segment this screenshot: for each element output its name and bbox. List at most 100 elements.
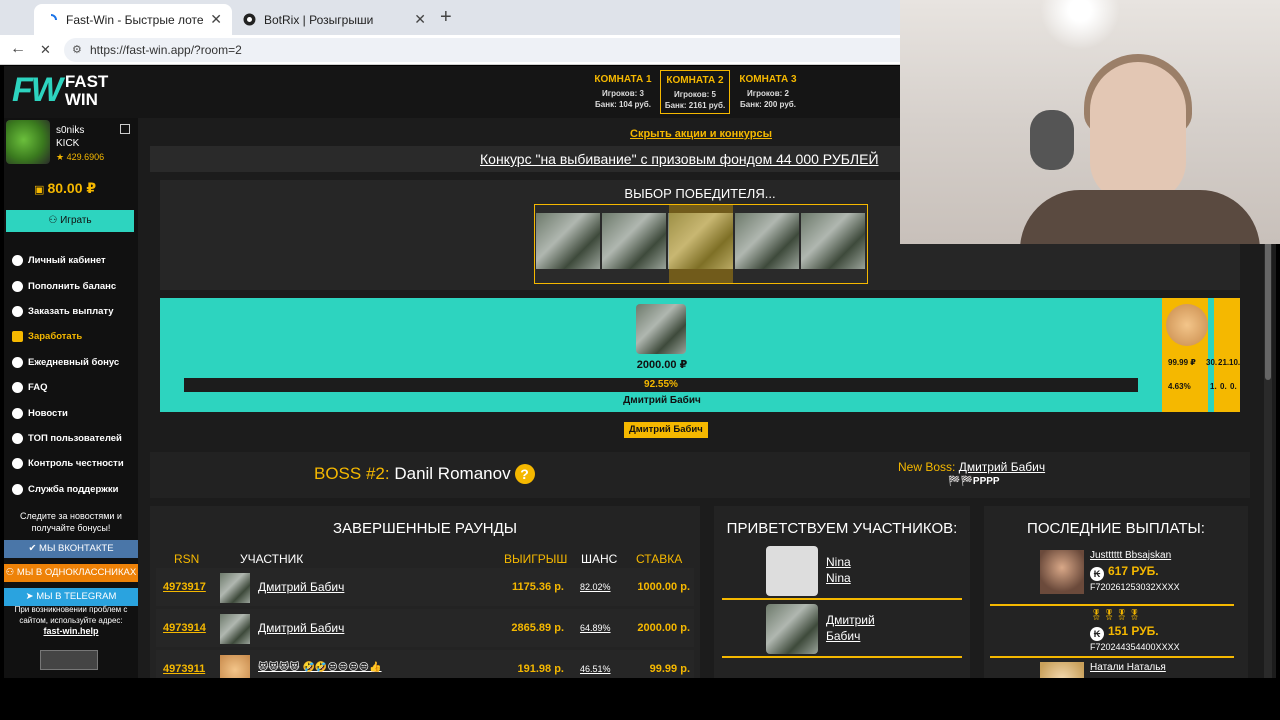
win-value: 2865.89 р. <box>511 622 564 634</box>
room-1[interactable]: КОМНАТА 1 Игроков: 3 Банк: 104 руб. <box>588 70 658 114</box>
room-2[interactable]: КОМНАТА 2 Игроков: 5 Банк: 2161 руб. <box>660 70 730 114</box>
close-icon[interactable]: ✕ <box>210 11 222 28</box>
wallet-icon: ▣ <box>34 184 48 196</box>
person-body <box>1020 190 1260 244</box>
list-item: Натали Наталья <box>990 660 1234 678</box>
reel-avatar <box>536 213 601 269</box>
side-percent: 0. <box>1220 382 1227 391</box>
payouts-card: ПОСЛЕДНИЕ ВЫПЛАТЫ: Justttttt Bbsajskan ₭… <box>984 506 1248 678</box>
payout-user-link[interactable]: Justttttt Bbsajskan <box>1090 550 1171 561</box>
qr-badge[interactable] <box>40 650 98 670</box>
payout-amount: ₭ 151 РУБ. <box>1090 624 1159 641</box>
play-button[interactable]: ⚇ Играть <box>6 210 134 232</box>
menu-item-withdraw[interactable]: Заказать выплату <box>12 299 136 324</box>
round-link[interactable]: 4973914 <box>163 622 206 634</box>
round-link[interactable]: 4973911 <box>163 663 205 675</box>
reel-avatar <box>602 213 667 269</box>
menu-item-earn[interactable]: Заработать <box>12 324 136 349</box>
player-link[interactable]: Дмитрий Бабич <box>258 621 344 635</box>
player-avatar <box>220 573 250 603</box>
menu-item-faq[interactable]: FAQ <box>12 375 136 400</box>
menu-item-fairness[interactable]: Контроль честности <box>12 451 136 476</box>
contest-link[interactable]: Конкурс "на выбивание" с призовым фондом… <box>480 151 879 167</box>
win-value: 1175.36 р. <box>512 581 564 593</box>
chance-value: 46.51% <box>580 664 611 674</box>
tab-title: BotRix | Розыгрыши <box>264 12 374 27</box>
gift-icon <box>12 356 23 368</box>
mirror-link[interactable]: fast-win.help <box>43 626 98 636</box>
card-title: ЗАВЕРШЕННЫЕ РАУНДЫ <box>332 520 518 537</box>
room-3[interactable]: КОМНАТА 3 Игроков: 2 Банк: 200 руб. <box>733 70 803 114</box>
url-input[interactable]: ⚙ https://fast-win.app/?room=2 <box>64 38 964 62</box>
side-amount: 30. <box>1206 358 1218 367</box>
vk-button[interactable]: ✔ МЫ ВКОНТАКТЕ <box>4 540 138 558</box>
question-icon <box>12 382 23 394</box>
tab-title: Fast-Win - Быстрые лотереи! Ком <box>66 12 204 27</box>
arrow-down-icon <box>12 305 23 317</box>
card-title: ПОСЛЕДНИЕ ВЫПЛАТЫ: <box>1027 520 1205 537</box>
player-avatar <box>220 655 250 678</box>
menu-item-support[interactable]: Служба поддержки <box>12 477 136 502</box>
stop-button[interactable]: ✕ <box>40 42 51 58</box>
logout-icon[interactable] <box>120 124 130 134</box>
menu-item-top-users[interactable]: ТОП пользователей <box>12 426 136 451</box>
bet-value: 2000.00 р. <box>637 622 690 634</box>
screen: Fast-Win - Быстрые лотереи! Ком ✕ BotRix… <box>0 0 1280 720</box>
hide-promo-link[interactable]: Скрыть акции и конкурсы <box>630 128 772 140</box>
game-player-name: Дмитрий Бабич <box>623 395 701 406</box>
side-amount: 21. <box>1218 358 1230 367</box>
ok-button[interactable]: ⚇ МЫ В ОДНОКЛАССНИКАХ <box>4 564 138 582</box>
bet-value: 99.99 р. <box>649 663 690 675</box>
follow-text: Следите за новостями и получайте бонусы! <box>20 511 122 533</box>
col-participant: УЧАСТНИК <box>240 552 304 566</box>
chance-percent: 92.55% <box>644 379 678 390</box>
avatar <box>1040 550 1084 594</box>
side-percent: 4.63% <box>1168 382 1191 391</box>
reel-avatar <box>800 213 866 269</box>
help-icon[interactable]: ? <box>514 464 535 484</box>
player-link[interactable]: Дмитрий Бабич <box>258 580 344 594</box>
shuffle-icon <box>12 458 23 470</box>
table-row: 4973911 😻😻😻😻 🤣🤣😒😒😒😒👍 191.98 р. 46.51% 99… <box>156 650 694 678</box>
webcam-overlay <box>900 0 1280 244</box>
side-amount: 10. <box>1229 358 1241 367</box>
menu-item-cabinet[interactable]: Личный кабинет <box>12 248 136 273</box>
payout-user-link[interactable]: 🎖🎖🎖🎖 <box>1090 610 1141 621</box>
site-info-icon[interactable]: ⚙ <box>72 43 82 56</box>
round-link[interactable]: 4973917 <box>163 581 206 593</box>
logo[interactable]: FW FAST WIN <box>12 71 108 110</box>
list-item: 🎖🎖🎖🎖 ₭ 151 РУБ. F720244354400XXXX <box>990 608 1234 658</box>
player-avatar <box>220 614 250 644</box>
person-face <box>1090 62 1186 202</box>
chance-progress: 92.55% <box>184 378 1138 392</box>
side-percent: 0. <box>1230 382 1237 391</box>
new-boss-link[interactable]: Дмитрий Бабич <box>959 460 1045 474</box>
trophy-icon <box>12 432 23 444</box>
botrix-icon <box>242 13 256 27</box>
win-value: 191.98 р. <box>517 663 564 675</box>
menu-item-deposit[interactable]: Пополнить баланс <box>12 273 136 298</box>
tab-botrix[interactable]: BotRix | Розыгрыши ✕ <box>232 4 436 35</box>
bottom-black-bar <box>0 678 1280 720</box>
bookmark-icon <box>12 407 23 419</box>
payout-user-link[interactable]: Натали Наталья <box>1090 662 1166 673</box>
reel-avatar <box>734 213 799 269</box>
coin-icon: ₭ <box>1090 627 1104 641</box>
other-players-strip: 99.99 ₽ 4.63% 30. 21. 10. 1. 0. 0. <box>1162 298 1240 412</box>
reel-pointer <box>669 205 733 283</box>
new-tab-button[interactable]: + <box>440 6 452 29</box>
player-link[interactable]: 😻😻😻😻 🤣🤣😒😒😒😒👍 <box>258 662 382 673</box>
menu-item-daily-bonus[interactable]: Ежедневный бонус <box>12 350 136 375</box>
close-icon[interactable]: ✕ <box>414 11 426 28</box>
bet-value: 1000.00 р. <box>637 581 690 593</box>
participant-link[interactable]: Дмитрий Бабич <box>826 612 875 644</box>
payout-account: F720244354400XXXX <box>1090 642 1180 652</box>
back-button[interactable]: ← <box>10 40 26 58</box>
menu-item-news[interactable]: Новости <box>12 400 136 425</box>
participant-link[interactable]: Nina Nina <box>826 554 851 586</box>
money-icon <box>12 331 23 343</box>
completed-rounds-card: ЗАВЕРШЕННЫЕ РАУНДЫ RSN УЧАСТНИК ВЫИГРЫШ … <box>150 506 700 678</box>
list-item: Дмитрий Бабич <box>722 602 962 658</box>
avatar[interactable] <box>6 120 50 164</box>
tab-fast-win[interactable]: Fast-Win - Быстрые лотереи! Ком ✕ <box>34 4 232 35</box>
